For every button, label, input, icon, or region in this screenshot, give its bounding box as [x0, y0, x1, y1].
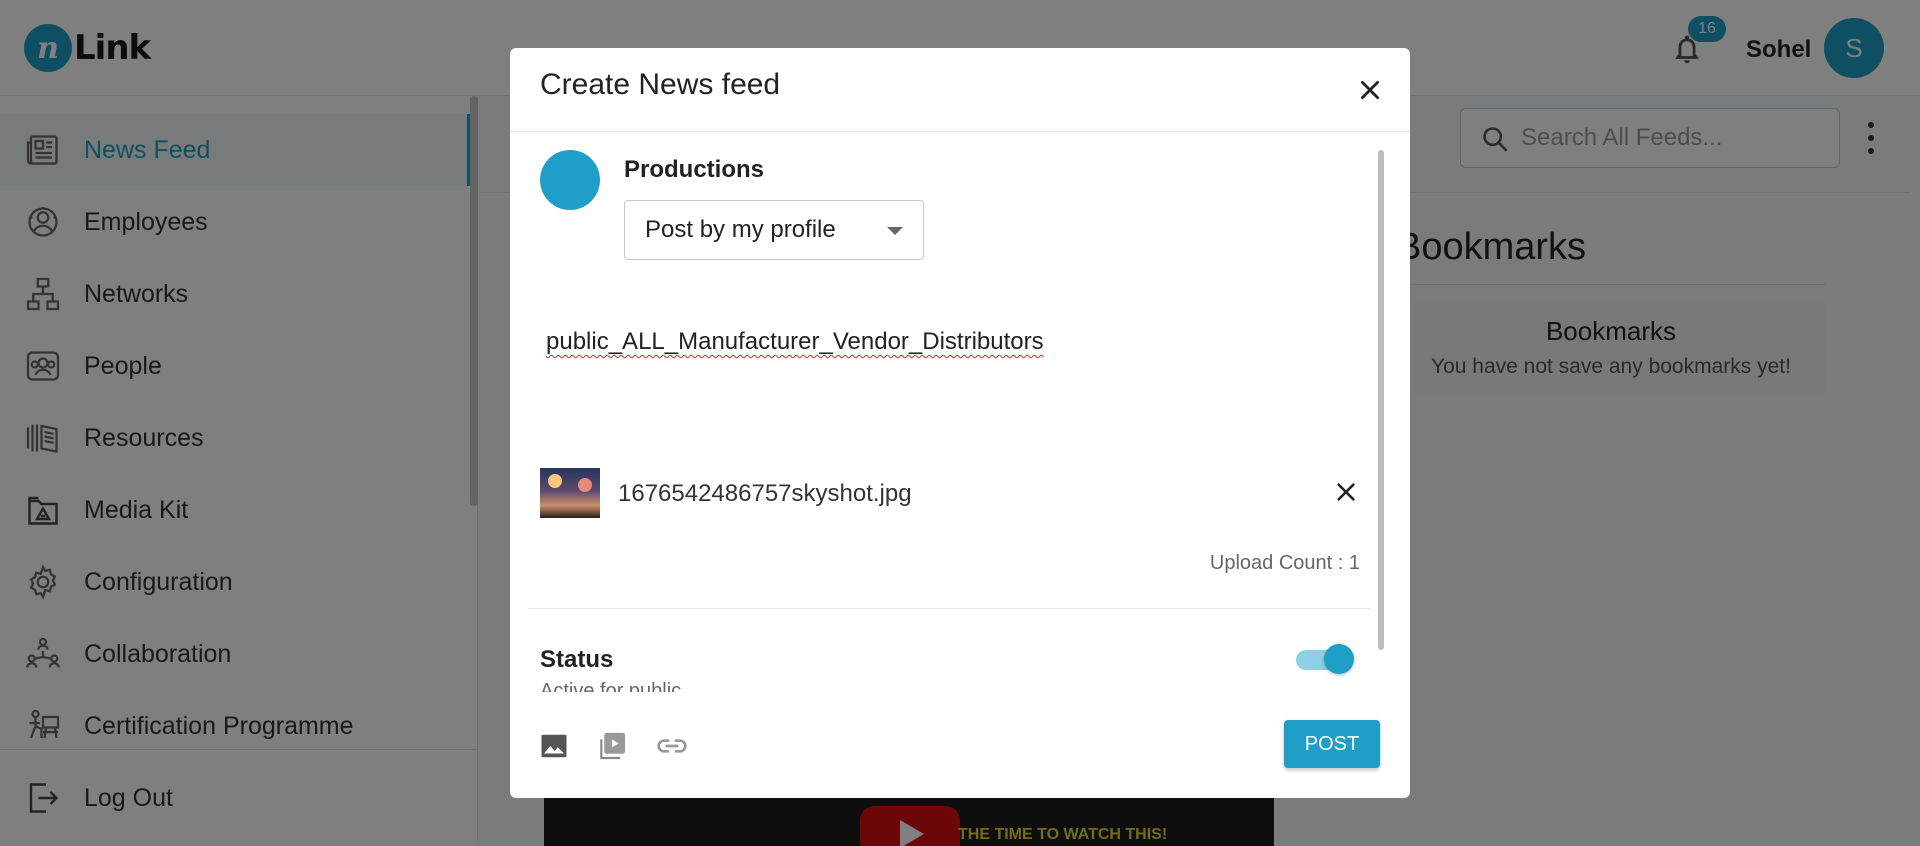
upload-count: Upload Count : 1	[1209, 552, 1360, 574]
post-content-textarea[interactable]: public_ALL_Manufacturer_Vendor_Distribut…	[546, 328, 1044, 356]
status-toggle[interactable]	[1296, 642, 1354, 674]
image-icon[interactable]	[538, 730, 570, 762]
chevron-down-icon	[887, 227, 903, 235]
profile-name: Productions	[624, 156, 765, 183]
divider	[528, 608, 1370, 609]
post-by-select[interactable]: Post by my profile	[624, 200, 924, 260]
close-icon[interactable]	[1350, 70, 1390, 110]
dialog-scrollbar[interactable]	[1378, 150, 1384, 650]
attachment-name: 1676542486757skyshot.jpg	[618, 480, 912, 507]
toggle-knob	[1324, 644, 1354, 674]
status-description: Active for public	[540, 680, 682, 692]
create-news-feed-dialog: Create News feed Productions Post by my …	[510, 48, 1410, 798]
video-icon[interactable]	[596, 730, 628, 762]
dialog-title: Create News feed	[540, 68, 781, 101]
post-by-value: Post by my profile	[645, 216, 836, 243]
post-button[interactable]: POST	[1284, 720, 1380, 768]
status-label: Status	[540, 646, 614, 673]
link-icon[interactable]	[656, 730, 688, 762]
dialog-footer: POST	[510, 692, 1410, 798]
attachment-thumbnail	[540, 468, 600, 518]
dialog-body: Productions Post by my profile public_AL…	[510, 132, 1410, 692]
remove-attachment-icon[interactable]	[1330, 476, 1362, 508]
dialog-header: Create News feed	[510, 48, 1410, 132]
profile-avatar	[540, 150, 600, 210]
